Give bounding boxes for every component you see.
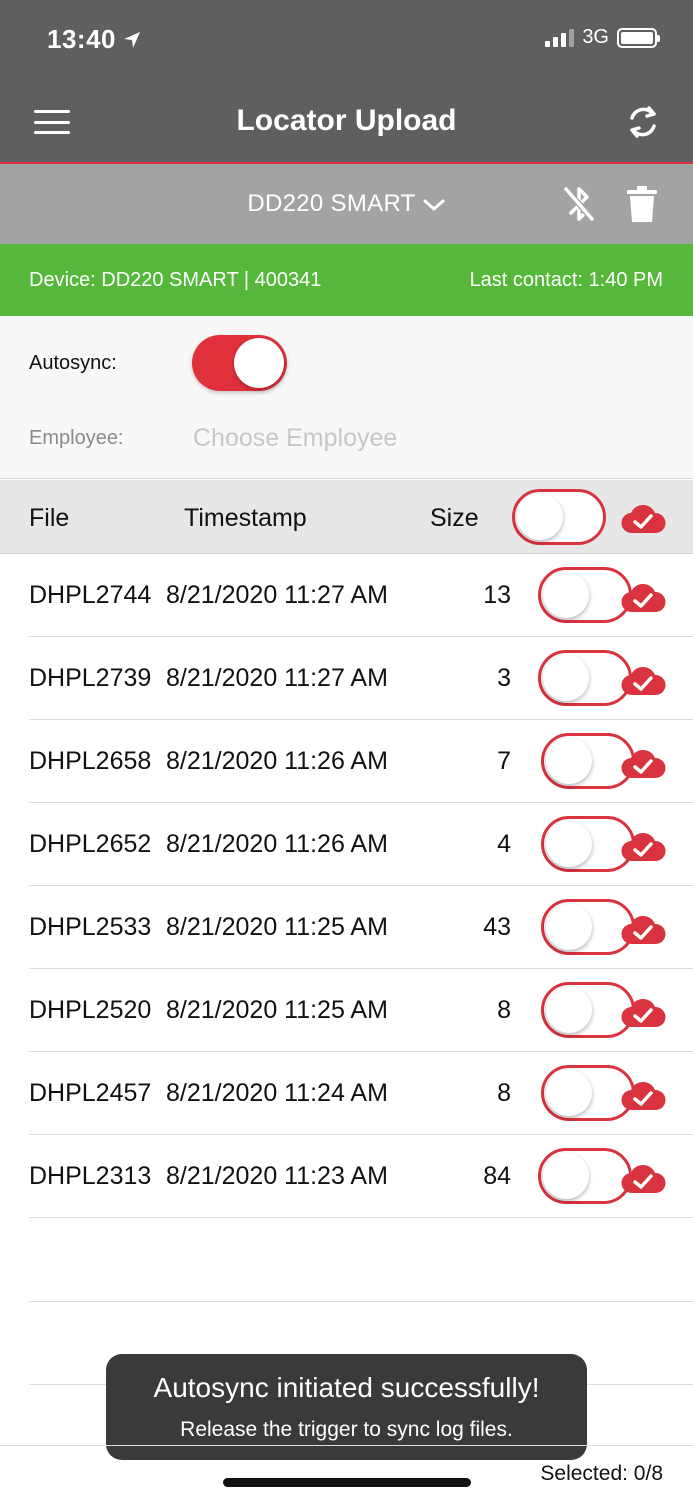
row-timestamp: 8/21/2020 11:27 AM (166, 581, 388, 609)
row-file: DHPL2313 (29, 1162, 152, 1190)
table-row[interactable]: DHPL2520 8/21/2020 11:25 AM 8 (29, 969, 693, 1052)
list-divider (29, 1301, 693, 1302)
row-select-toggle[interactable] (538, 650, 632, 706)
row-timestamp: 8/21/2020 11:24 AM (166, 1079, 388, 1107)
device-info-bar: Device: DD220 SMART | 400341 Last contac… (0, 244, 693, 316)
cloud-check-icon (621, 1082, 666, 1111)
row-timestamp: 8/21/2020 11:26 AM (166, 747, 388, 775)
row-file: DHPL2658 (29, 747, 152, 775)
page-title: Locator Upload (236, 104, 457, 137)
row-timestamp: 8/21/2020 11:25 AM (166, 913, 388, 941)
bluetooth-disabled-icon[interactable] (561, 184, 597, 224)
footer-divider (0, 1445, 693, 1446)
column-file: File (29, 504, 70, 532)
location-arrow-icon (124, 31, 140, 48)
cloud-check-icon (621, 999, 666, 1028)
row-timestamp: 8/21/2020 11:26 AM (166, 830, 388, 858)
row-file: DHPL2533 (29, 913, 152, 941)
settings-panel: Autosync: Employee: (0, 316, 693, 479)
status-bar: 13:40 3G (0, 0, 693, 80)
autosync-toggle-knob (234, 338, 284, 388)
last-contact: Last contact: 1:40 PM (469, 269, 663, 291)
autosync-toggle[interactable] (192, 335, 287, 391)
row-select-toggle[interactable] (538, 1148, 632, 1204)
row-file: DHPL2739 (29, 664, 152, 692)
employee-input[interactable] (193, 421, 633, 455)
row-size: 43 (483, 913, 511, 941)
device-info: Device: DD220 SMART | 400341 (29, 269, 322, 291)
cloud-check-icon (621, 505, 666, 534)
signal-icon (545, 28, 575, 47)
cloud-check-icon (621, 750, 666, 779)
table-row[interactable]: DHPL2652 8/21/2020 11:26 AM 4 (29, 803, 693, 886)
autosync-label: Autosync: (29, 352, 117, 374)
row-size: 84 (483, 1162, 511, 1190)
table-row[interactable]: DHPL2313 8/21/2020 11:23 AM 84 (29, 1135, 693, 1218)
row-size: 8 (497, 1079, 511, 1107)
row-size: 4 (497, 830, 511, 858)
select-all-toggle[interactable] (512, 489, 606, 545)
column-timestamp: Timestamp (184, 504, 307, 532)
sync-refresh-icon[interactable] (623, 102, 663, 142)
row-size: 3 (497, 664, 511, 692)
row-select-toggle[interactable] (538, 567, 632, 623)
home-indicator (223, 1478, 471, 1487)
status-time-text: 13:40 (47, 24, 116, 54)
battery-icon (617, 27, 660, 48)
table-row[interactable]: DHPL2533 8/21/2020 11:25 AM 43 (29, 886, 693, 969)
nav-bar: Locator Upload (0, 80, 693, 164)
cloud-check-icon (621, 833, 666, 862)
row-timestamp: 8/21/2020 11:25 AM (166, 996, 388, 1024)
table-header: File Timestamp Size (0, 480, 693, 554)
cloud-check-icon (621, 584, 666, 613)
row-file: DHPL2652 (29, 830, 152, 858)
status-indicators: 3G (545, 26, 660, 49)
device-dropdown-label: DD220 SMART (247, 190, 416, 217)
table-row[interactable]: DHPL2658 8/21/2020 11:26 AM 7 (29, 720, 693, 803)
toast-title: Autosync initiated successfully! (153, 1372, 540, 1403)
cloud-check-icon (621, 667, 666, 696)
table-row[interactable]: DHPL2457 8/21/2020 11:24 AM 8 (29, 1052, 693, 1135)
row-size: 8 (497, 996, 511, 1024)
cloud-check-icon (621, 1165, 666, 1194)
row-file: DHPL2744 (29, 581, 152, 609)
cloud-check-icon (621, 916, 666, 945)
row-file: DHPL2457 (29, 1079, 152, 1107)
row-timestamp: 8/21/2020 11:23 AM (166, 1162, 388, 1190)
trash-icon[interactable] (627, 184, 657, 224)
device-bar: DD220 SMART (0, 164, 693, 244)
employee-label: Employee: (29, 427, 124, 449)
chevron-down-icon (423, 199, 445, 211)
table-row[interactable]: DHPL2739 8/21/2020 11:27 AM 3 (29, 637, 693, 720)
selected-count: Selected: 0/8 (540, 1462, 663, 1485)
toast-message: Release the trigger to sync log files. (180, 1418, 513, 1441)
column-size: Size (430, 504, 479, 532)
row-timestamp: 8/21/2020 11:27 AM (166, 664, 388, 692)
status-time: 13:40 (47, 24, 142, 55)
row-file: DHPL2520 (29, 996, 152, 1024)
network-type: 3G (582, 26, 609, 48)
row-size: 7 (497, 747, 511, 775)
row-size: 13 (483, 581, 511, 609)
table-row[interactable]: DHPL2744 8/21/2020 11:27 AM 13 (29, 554, 693, 637)
